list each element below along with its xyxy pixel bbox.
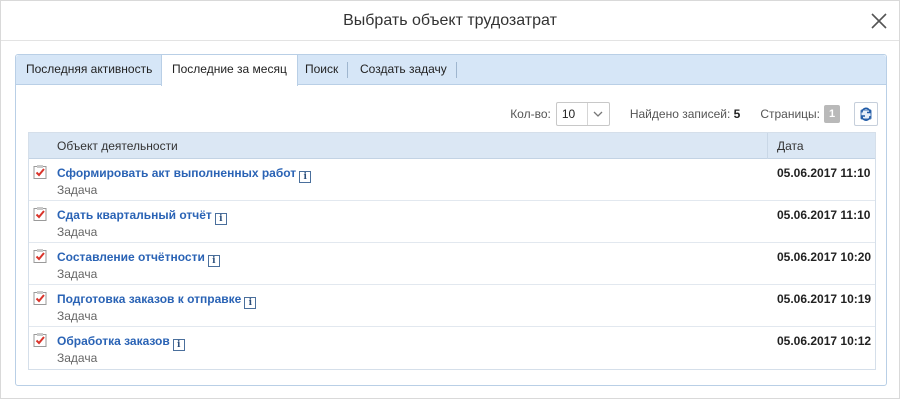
task-title-link[interactable]: Сформировать акт выполненных работ i <box>57 166 312 183</box>
grid-header: Объект деятельности Дата <box>29 133 875 159</box>
task-type: Задача <box>57 309 98 323</box>
tab-recent-activity[interactable]: Последняя активность <box>16 55 163 85</box>
task-type: Задача <box>57 267 98 281</box>
table-row[interactable]: Составление отчётности i Задача 05.06.201… <box>29 243 875 285</box>
close-icon <box>871 13 887 29</box>
content-panel: Последняя активность Последние за месяц … <box>15 54 887 386</box>
task-title-link[interactable]: Подготовка заказов к отправке i <box>57 292 257 309</box>
task-type: Задача <box>57 183 98 197</box>
qty-label: Кол-во: <box>510 107 551 121</box>
task-title-link[interactable]: Составление отчётности i <box>57 250 220 267</box>
column-header-object[interactable]: Объект деятельности <box>57 133 178 159</box>
refresh-icon <box>860 107 872 121</box>
info-icon[interactable]: i <box>299 171 312 183</box>
tab-last-month[interactable]: Последние за месяц <box>161 55 298 86</box>
table-row[interactable]: Сдать квартальный отчёт i Задача 05.06.20… <box>29 201 875 243</box>
refresh-button[interactable] <box>854 102 878 126</box>
task-checkbox-icon <box>33 207 47 221</box>
task-checkbox-icon <box>33 291 47 305</box>
grid-toolbar: Кол-во: 10 Найдено записей: 5 Страницы: … <box>510 102 878 126</box>
table-row[interactable]: Подготовка заказов к отправке i Задача 05… <box>29 285 875 327</box>
records-found-label: Найдено записей: <box>629 107 731 121</box>
task-date: 05.06.2017 10:12 <box>777 334 872 348</box>
task-checkbox-icon <box>33 333 47 347</box>
dialog: Выбрать объект трудозатрат Последняя акт… <box>0 0 900 399</box>
task-checkbox-icon <box>33 249 47 263</box>
column-divider <box>767 133 768 159</box>
task-checkbox-icon <box>33 165 47 179</box>
records-found: Найдено записей: 5 <box>630 107 740 121</box>
dialog-title: Выбрать объект трудозатрат <box>1 1 899 41</box>
task-date: 05.06.2017 11:10 <box>777 208 871 222</box>
activity-grid: Объект деятельности Дата Сформировать ак… <box>28 132 876 370</box>
qty-dropdown-button[interactable] <box>586 103 609 125</box>
info-icon[interactable]: i <box>207 255 220 267</box>
tab-create-task[interactable]: Создать задачу <box>350 55 457 85</box>
chevron-down-icon <box>593 111 603 117</box>
page-number-button[interactable]: 1 <box>824 105 840 123</box>
close-button[interactable] <box>867 9 891 33</box>
qty-select[interactable]: 10 <box>555 102 610 126</box>
info-icon[interactable]: i <box>244 297 257 309</box>
table-row[interactable]: Обработка заказов i Задача 05.06.2017 10:… <box>29 327 875 369</box>
qty-value: 10 <box>561 107 576 121</box>
column-header-date[interactable]: Дата <box>777 133 804 159</box>
task-date: 05.06.2017 10:20 <box>777 250 872 264</box>
pages-label: Страницы: <box>760 107 820 121</box>
task-type: Задача <box>57 225 98 239</box>
task-title-link[interactable]: Сдать квартальный отчёт i <box>57 208 227 225</box>
task-date: 05.06.2017 10:19 <box>777 292 872 306</box>
tab-search[interactable]: Поиск <box>295 55 349 85</box>
task-date: 05.06.2017 11:10 <box>777 166 871 180</box>
records-found-count: 5 <box>733 107 741 121</box>
info-icon[interactable]: i <box>172 339 185 351</box>
task-type: Задача <box>57 351 98 365</box>
task-title-link[interactable]: Обработка заказов i <box>57 334 185 351</box>
table-row[interactable]: Сформировать акт выполненных работ i Зада… <box>29 159 875 201</box>
info-icon[interactable]: i <box>214 213 227 225</box>
tab-bar: Последняя активность Последние за месяц … <box>16 55 886 86</box>
